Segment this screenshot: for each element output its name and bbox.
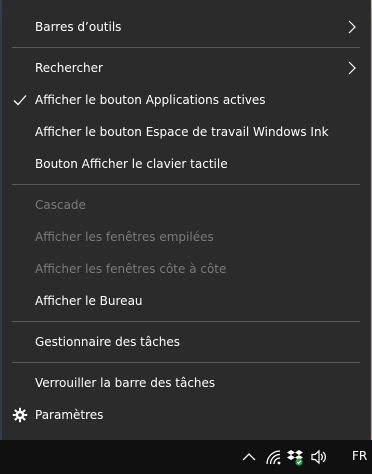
volume-icon[interactable] bbox=[310, 448, 328, 466]
gear-icon bbox=[12, 407, 28, 423]
menu-item-label: Afficher les fenêtres côte à côte bbox=[35, 262, 227, 276]
menu-item-show-windows-ink-button[interactable]: Afficher le bouton Espace de travail Win… bbox=[2, 116, 370, 148]
menu-item-task-manager[interactable]: Gestionnaire des tâches bbox=[2, 326, 370, 358]
dropbox-icon[interactable] bbox=[286, 448, 304, 466]
wifi-icon[interactable] bbox=[264, 448, 282, 466]
menu-item-search[interactable]: Rechercher bbox=[2, 52, 370, 84]
menu-item-stacked-windows: Afficher les fenêtres empilées bbox=[2, 221, 370, 253]
menu-item-label: Afficher le bouton Espace de travail Win… bbox=[35, 125, 329, 139]
menu-item-label: Barres d’outils bbox=[35, 20, 122, 34]
menu-item-show-task-view-button[interactable]: Afficher le bouton Applications actives bbox=[2, 84, 370, 116]
menu-item-cascade: Cascade bbox=[2, 189, 370, 221]
menu-item-label: Bouton Afficher le clavier tactile bbox=[35, 157, 228, 171]
menu-separator bbox=[12, 362, 360, 363]
menu-item-label: Rechercher bbox=[35, 61, 103, 75]
chevron-right-icon bbox=[348, 61, 356, 75]
menu-item-label: Cascade bbox=[35, 198, 86, 212]
menu-item-toolbars[interactable]: Barres d’outils bbox=[2, 11, 370, 43]
menu-item-label: Afficher les fenêtres empilées bbox=[35, 230, 214, 244]
menu-item-side-by-side-windows: Afficher les fenêtres côte à côte bbox=[2, 253, 370, 285]
menu-separator bbox=[12, 184, 360, 185]
chevron-up-icon[interactable] bbox=[240, 448, 258, 466]
menu-item-label: Afficher le Bureau bbox=[35, 294, 143, 308]
menu-item-label: Paramètres bbox=[35, 408, 104, 422]
taskbar-context-menu: Barres d’outils Rechercher Afficher le b… bbox=[2, 0, 370, 440]
menu-item-lock-taskbar[interactable]: Verrouiller la barre des tâches bbox=[2, 367, 370, 399]
language-indicator[interactable]: FR bbox=[352, 447, 367, 465]
menu-item-show-touch-keyboard-button[interactable]: Bouton Afficher le clavier tactile bbox=[2, 148, 370, 180]
checkmark-icon bbox=[13, 95, 27, 106]
menu-separator bbox=[12, 47, 360, 48]
menu-item-settings[interactable]: Paramètres bbox=[2, 399, 370, 431]
menu-item-label: Afficher le bouton Applications actives bbox=[35, 93, 266, 107]
menu-separator bbox=[12, 321, 360, 322]
chevron-right-icon bbox=[348, 20, 356, 34]
menu-item-label: Gestionnaire des tâches bbox=[35, 335, 181, 349]
menu-item-show-desktop[interactable]: Afficher le Bureau bbox=[2, 285, 370, 317]
menu-item-label: Verrouiller la barre des tâches bbox=[35, 376, 216, 390]
